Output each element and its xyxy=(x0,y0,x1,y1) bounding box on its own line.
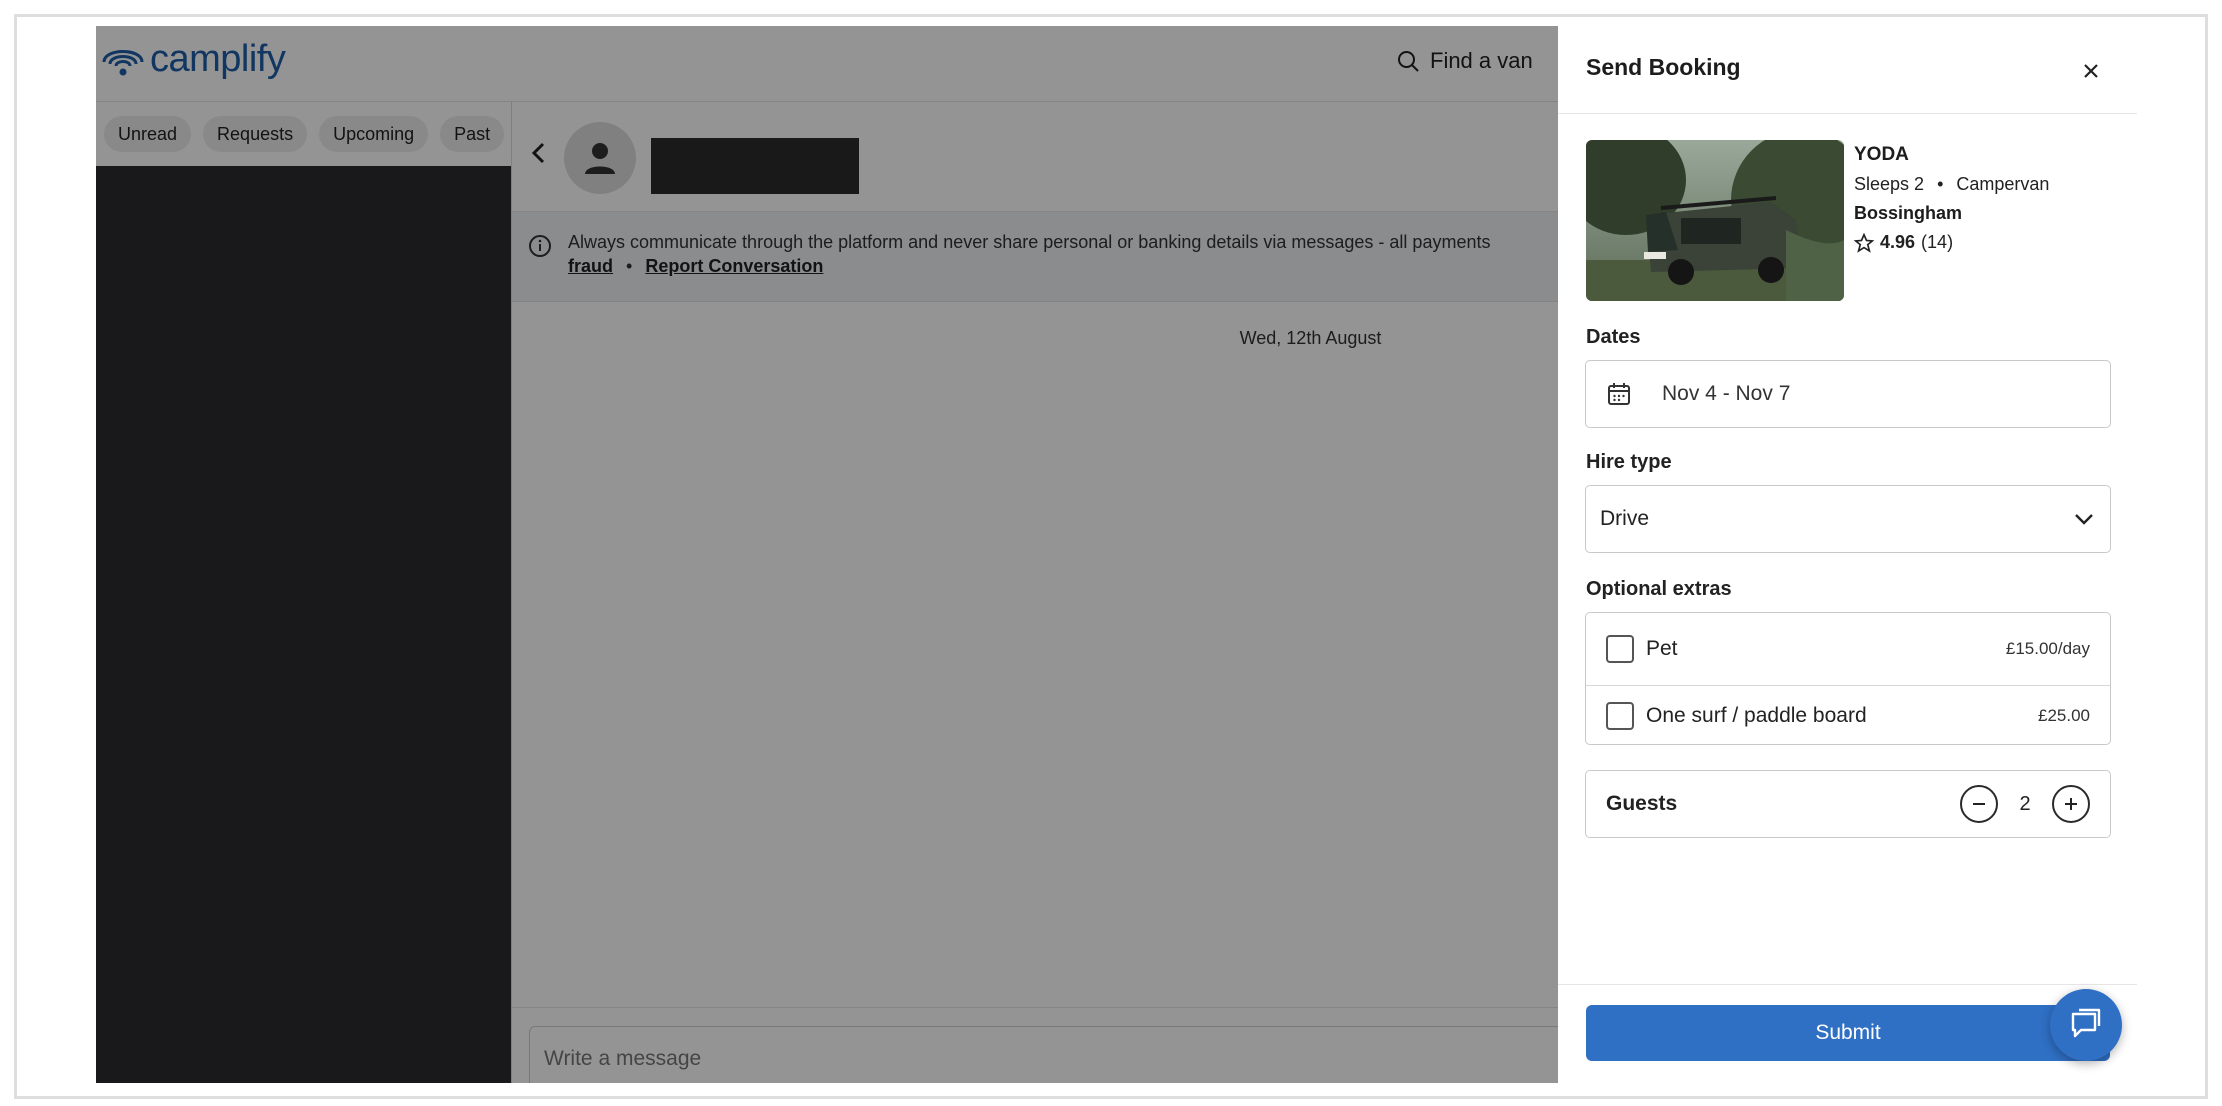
chat-support-button[interactable] xyxy=(2050,989,2122,1061)
hire-type-label: Hire type xyxy=(1586,451,1672,473)
listing-sleeps: Sleeps 2 xyxy=(1854,174,1925,194)
dates-label: Dates xyxy=(1586,326,1641,348)
conversation-filters: Unread Requests Upcoming Past xyxy=(96,102,511,166)
close-icon[interactable] xyxy=(2080,60,2102,82)
camplify-logo-icon xyxy=(102,49,144,75)
rating-count: (14) xyxy=(1921,232,1954,252)
minus-icon xyxy=(1973,803,1985,805)
filter-past[interactable]: Past xyxy=(440,116,505,152)
van-photo xyxy=(1586,140,1844,301)
listing-name: YODA xyxy=(1854,144,1909,165)
pet-checkbox[interactable] xyxy=(1606,635,1634,663)
listing-summary: YODA Sleeps 2 • Campervan Bossingham 4.9… xyxy=(1586,140,2106,302)
conversation-list[interactable] xyxy=(96,166,511,1083)
extra-item-surf-board[interactable]: One surf / paddle board £25.00 xyxy=(1586,686,2110,746)
chevron-left-icon[interactable] xyxy=(528,140,550,166)
app-root: camplify Find a van Unread Requests Upco… xyxy=(96,26,2137,1083)
logo-text: camplify xyxy=(150,38,286,80)
optional-extras-label: Optional extras xyxy=(1586,578,1732,600)
optional-extras-list: Pet £15.00/day One surf / paddle board £… xyxy=(1585,612,2111,745)
extra-price: £25.00 xyxy=(2038,706,2090,725)
info-icon xyxy=(529,235,551,257)
hire-type-value: Drive xyxy=(1600,507,1650,530)
star-icon xyxy=(1854,232,1874,253)
notice-separator: • xyxy=(626,256,633,276)
conversation-sidebar: Unread Requests Upcoming Past xyxy=(96,102,511,1083)
extra-name: Pet xyxy=(1646,637,1678,660)
extra-item-pet[interactable]: Pet £15.00/day xyxy=(1586,613,2110,686)
camplify-logo[interactable]: camplify xyxy=(100,38,286,81)
find-a-van-link[interactable]: Find a van xyxy=(1396,48,1533,74)
drawer-header: Send Booking xyxy=(1558,26,2137,114)
submit-button[interactable]: Submit xyxy=(1586,1005,2110,1061)
user-icon xyxy=(585,143,615,174)
filter-requests[interactable]: Requests xyxy=(203,116,308,152)
hire-type-select[interactable]: Drive xyxy=(1585,485,2111,553)
guests-label: Guests xyxy=(1606,792,1678,815)
search-icon xyxy=(1398,51,1419,72)
notice-links: fraud • Report Conversation xyxy=(568,256,823,277)
dates-picker[interactable]: Nov 4 - Nov 7 xyxy=(1585,360,2111,428)
dates-value: Nov 4 - Nov 7 xyxy=(1662,382,1791,405)
redacted-user-name xyxy=(651,138,859,194)
filter-upcoming[interactable]: Upcoming xyxy=(319,116,429,152)
listing-meta: Sleeps 2 • Campervan xyxy=(1854,174,2049,195)
listing-meta-separator: • xyxy=(1937,174,1944,194)
avatar xyxy=(564,122,636,194)
send-booking-drawer: Send Booking YODA Sleeps 2 • Campervan B… xyxy=(1558,26,2137,1083)
find-a-van-label: Find a van xyxy=(1430,48,1533,73)
chat-bubble-icon xyxy=(2071,1008,2101,1038)
drawer-title: Send Booking xyxy=(1586,54,1741,80)
filter-unread[interactable]: Unread xyxy=(104,116,192,152)
chevron-down-icon xyxy=(2075,514,2093,525)
fraud-link[interactable]: fraud xyxy=(568,256,613,276)
guests-increment-button[interactable] xyxy=(2052,785,2090,823)
listing-location: Bossingham xyxy=(1854,203,1963,223)
guests-stepper: Guests 2 xyxy=(1585,770,2111,838)
report-conversation-link[interactable]: Report Conversation xyxy=(645,256,823,276)
guests-decrement-button[interactable] xyxy=(1960,785,1998,823)
message-input[interactable]: Write a message xyxy=(529,1026,1729,1083)
plus-icon xyxy=(2065,798,2077,810)
guests-count: 2 xyxy=(2019,792,2031,815)
extra-price: £15.00/day xyxy=(2005,639,2090,658)
rating-score: 4.96 xyxy=(1880,232,1916,252)
extra-name: One surf / paddle board xyxy=(1646,704,1867,727)
surf-board-checkbox[interactable] xyxy=(1606,702,1634,730)
listing-rating: 4.96 (14) xyxy=(1854,232,1953,253)
calendar-icon xyxy=(1608,383,1630,405)
notice-text: Always communicate through the platform … xyxy=(568,232,1491,252)
listing-type: Campervan xyxy=(1956,174,2050,194)
